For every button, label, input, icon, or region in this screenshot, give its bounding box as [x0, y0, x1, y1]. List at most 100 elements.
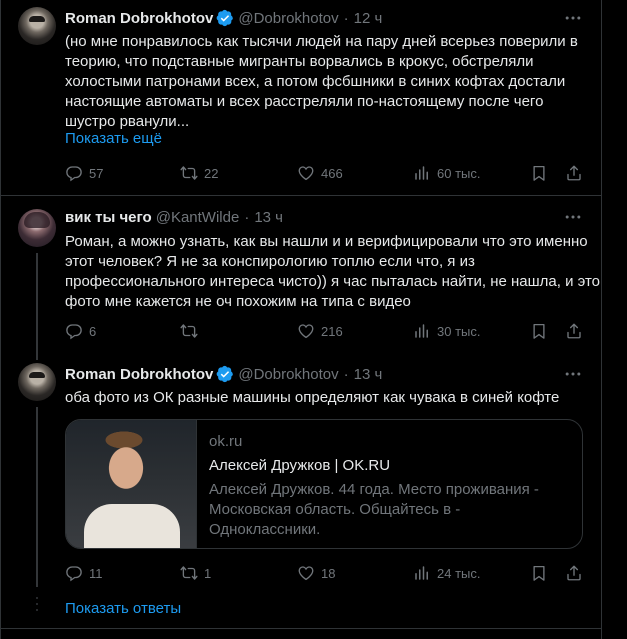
like-count: 18 — [321, 565, 336, 581]
tweet-actions: 6 216 30 тыс. — [65, 321, 585, 341]
reply-button[interactable]: 57 — [65, 163, 103, 183]
reply-count: 11 — [89, 565, 103, 581]
reply-icon — [65, 564, 83, 582]
views-count: 24 тыс. — [437, 565, 481, 581]
bookmark-icon — [530, 164, 548, 182]
author-name[interactable]: Roman Dobrokhotov — [65, 366, 213, 383]
more-icon — [563, 8, 583, 28]
reply-count: 6 — [89, 323, 97, 339]
link-preview-title: Алексей Дружков | OK.RU — [209, 457, 391, 474]
bookmark-button[interactable] — [530, 163, 554, 183]
more-button[interactable] — [563, 207, 583, 227]
tweet-header: Roman Dobrokhotov @Dobrokhotov · 13 ч — [65, 364, 382, 384]
like-button[interactable]: 216 — [297, 321, 343, 341]
thread-line — [36, 407, 38, 587]
like-button[interactable]: 18 — [297, 563, 335, 583]
share-icon — [565, 564, 583, 582]
timeline-right-border — [601, 0, 602, 639]
repost-count: 22 — [204, 165, 219, 181]
share-icon — [565, 164, 583, 182]
reply-icon — [65, 322, 83, 340]
tweet-text-line: настоящие автоматы и всех расстреляли по… — [65, 93, 544, 110]
more-icon — [563, 207, 583, 227]
avatar[interactable] — [18, 7, 56, 45]
reply-icon — [65, 164, 83, 182]
like-icon — [297, 322, 315, 340]
bookmark-icon — [530, 564, 548, 582]
share-icon — [565, 322, 583, 340]
author-name[interactable]: вик ты чего — [65, 209, 152, 226]
tweet-text-line: фото мне кажется не оч похожим на типа с… — [65, 293, 411, 310]
more-replies-connector — [36, 597, 38, 615]
reply-button[interactable]: 11 — [65, 563, 103, 583]
views-count: 30 тыс. — [437, 323, 481, 339]
like-icon — [297, 564, 315, 582]
more-button[interactable] — [563, 8, 583, 28]
verified-badge-icon — [216, 9, 234, 27]
like-icon — [297, 164, 315, 182]
views-icon — [413, 564, 431, 582]
bookmark-button[interactable] — [530, 321, 554, 341]
repost-button[interactable]: 1 — [180, 563, 211, 583]
verified-badge-icon — [216, 365, 234, 383]
views-button[interactable]: 30 тыс. — [413, 321, 480, 341]
tweet-actions: 57 22 466 60 тыс. — [65, 163, 585, 183]
like-count: 216 — [321, 323, 343, 339]
tweet-1[interactable]: Roman Dobrokhotov @Dobrokhotov · 12 ч (н… — [0, 0, 601, 194]
repost-icon — [180, 564, 198, 582]
repost-icon — [180, 322, 198, 340]
tweet-text-line: оба фото из ОК разные машины определяют … — [65, 389, 560, 406]
author-handle[interactable]: @Dobrokhotov — [238, 366, 338, 383]
show-more-link[interactable]: Показать ещё — [65, 130, 162, 147]
author-name[interactable]: Roman Dobrokhotov — [65, 10, 213, 27]
views-icon — [413, 164, 431, 182]
repost-count: 1 — [204, 565, 212, 581]
repost-button[interactable] — [180, 321, 204, 341]
timestamp[interactable]: 12 ч — [354, 10, 383, 27]
tweet-text-line: холостыми патронами всех, а потом фсбшни… — [65, 73, 566, 90]
timestamp[interactable]: 13 ч — [354, 366, 383, 383]
tweet-text-line: Роман, а можно узнать, как вы нашли и и … — [65, 233, 588, 250]
views-count: 60 тыс. — [437, 165, 481, 181]
show-replies-link[interactable]: Показать ответы — [65, 600, 181, 617]
tweet-text-line: (но мне понравилось как тысячи людей на … — [65, 33, 578, 50]
tweet-text-line: профессионального интереса чисто)) я час… — [65, 273, 601, 290]
share-button[interactable] — [565, 563, 589, 583]
share-button[interactable] — [565, 321, 589, 341]
author-handle[interactable]: @KantWilde — [156, 209, 240, 226]
more-icon — [563, 364, 583, 384]
link-preview-description: Алексей Дружков. 44 года. Место проживан… — [209, 480, 574, 540]
tweet-header: вик ты чего @KantWilde · 13 ч — [65, 207, 283, 227]
tweet-text: (но мне понравилось как тысячи людей на … — [65, 32, 585, 132]
author-handle[interactable]: @Dobrokhotov — [238, 10, 338, 27]
like-count: 466 — [321, 165, 343, 181]
tweet-2[interactable]: вик ты чего @KantWilde · 13 ч Роман, а м… — [0, 196, 601, 360]
tweet-text-line: этот человек? Я не за конспирологию топл… — [65, 253, 475, 270]
tweet-header: Roman Dobrokhotov @Dobrokhotov · 12 ч — [65, 8, 382, 28]
more-button[interactable] — [563, 364, 583, 384]
share-button[interactable] — [565, 163, 589, 183]
bookmark-button[interactable] — [530, 563, 554, 583]
views-button[interactable]: 24 тыс. — [413, 563, 480, 583]
reply-count: 57 — [89, 165, 104, 181]
link-preview-card[interactable]: ok.ru Алексей Дружков | OK.RU Алексей Др… — [65, 419, 583, 549]
thread-line — [36, 253, 38, 360]
tweet-text: оба фото из ОК разные машины определяют … — [65, 388, 585, 408]
tweet-text: Роман, а можно узнать, как вы нашли и и … — [65, 232, 601, 312]
link-preview-domain: ok.ru — [209, 433, 243, 450]
avatar[interactable] — [18, 209, 56, 247]
repost-button[interactable]: 22 — [180, 163, 218, 183]
views-button[interactable]: 60 тыс. — [413, 163, 480, 183]
timestamp[interactable]: 13 ч — [254, 209, 283, 226]
like-button[interactable]: 466 — [297, 163, 343, 183]
link-preview-description-line: Московская область. Общайтесь в - Однокл… — [209, 501, 461, 538]
separator-dot: · — [244, 208, 250, 226]
avatar[interactable] — [18, 363, 56, 401]
tweet-actions: 11 1 18 24 тыс. — [65, 563, 585, 583]
tweet-divider — [0, 628, 601, 629]
separator-dot: · — [343, 9, 349, 27]
bookmark-icon — [530, 322, 548, 340]
views-icon — [413, 322, 431, 340]
reply-button[interactable]: 6 — [65, 321, 96, 341]
link-preview-description-line: Алексей Дружков. 44 года. Место проживан… — [209, 481, 539, 498]
